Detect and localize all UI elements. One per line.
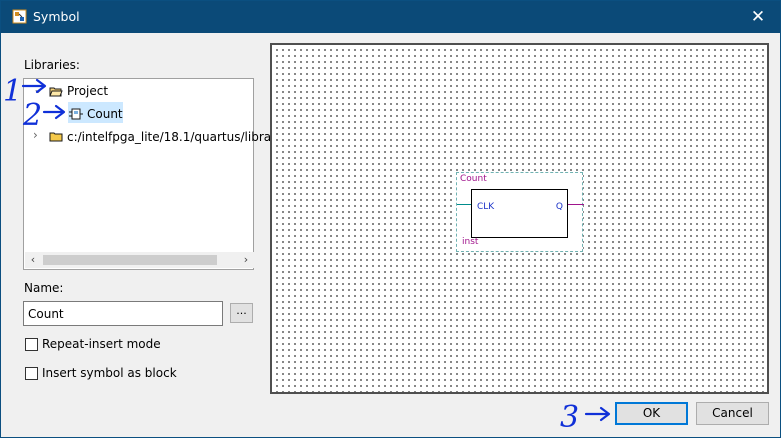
instance-name-label: inst — [462, 237, 479, 247]
tree-item-quartus-library[interactable]: c:/intelfpga_lite/18.1/quartus/libra — [67, 127, 271, 148]
window-title: Symbol — [33, 9, 80, 24]
insert-as-block-label: Insert symbol as block — [42, 366, 177, 380]
tree-item-project[interactable]: Project — [67, 81, 108, 102]
title-bar[interactable]: Symbol ✕ — [1, 1, 780, 33]
symbol-preview-canvas: Count CLK Q inst — [270, 43, 769, 394]
chevron-right-icon[interactable]: › — [33, 128, 43, 142]
output-wire — [568, 204, 584, 205]
symbol-component-icon — [69, 108, 83, 120]
cancel-button[interactable]: Cancel — [696, 402, 769, 425]
libraries-tree[interactable]: ⌄ Project Count › c:/intelfpga_lite/18.1… — [23, 78, 271, 270]
browse-button[interactable]: ... — [230, 303, 253, 323]
quartus-app-icon — [12, 9, 27, 24]
clk-pin-label: CLK — [477, 202, 495, 212]
scrollbar-thumb[interactable] — [43, 255, 217, 265]
symbol-body: CLK Q — [471, 189, 568, 238]
close-button[interactable]: ✕ — [746, 5, 770, 29]
libraries-label: Libraries: — [24, 58, 80, 72]
q-pin-label: Q — [555, 202, 563, 212]
chevron-down-icon[interactable]: ⌄ — [33, 82, 43, 96]
folder-open-icon — [49, 87, 63, 97]
horizontal-scrollbar[interactable]: ‹ › — [25, 252, 254, 268]
name-input[interactable] — [23, 301, 223, 326]
symbol-name-label: Count — [460, 174, 487, 184]
repeat-insert-label: Repeat-insert mode — [42, 337, 161, 351]
folder-icon — [49, 132, 63, 142]
name-label: Name: — [24, 281, 64, 295]
symbol-instance: Count CLK Q inst — [456, 172, 584, 252]
scroll-right-icon[interactable]: › — [238, 252, 254, 268]
scroll-left-icon[interactable]: ‹ — [25, 252, 41, 268]
input-wire — [457, 204, 471, 205]
insert-as-block-checkbox[interactable] — [25, 367, 38, 380]
ok-button[interactable]: OK — [615, 402, 688, 425]
repeat-insert-checkbox[interactable] — [25, 338, 38, 351]
symbol-dialog: Symbol ✕ Libraries: ⌄ Project Count › c:… — [0, 0, 781, 438]
tree-item-count[interactable]: Count — [87, 104, 123, 125]
